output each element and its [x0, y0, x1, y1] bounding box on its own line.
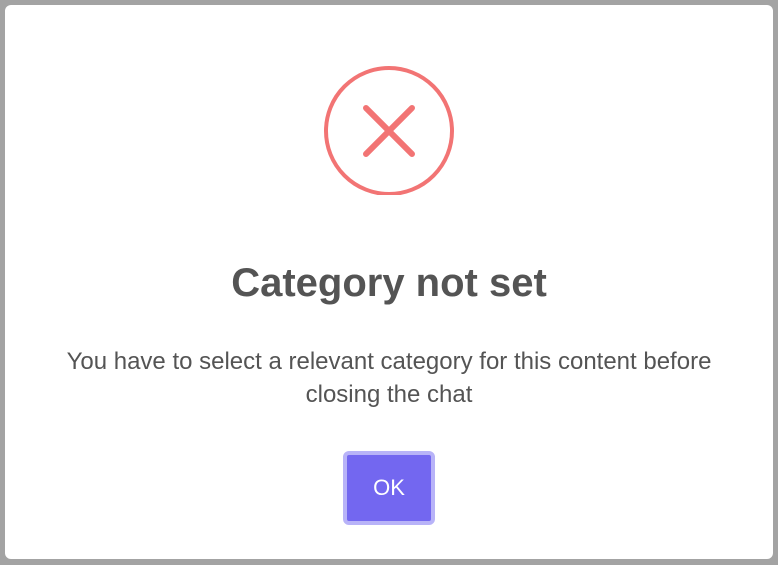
dialog-title: Category not set	[231, 261, 547, 305]
modal-overlay: Category not set You have to select a re…	[0, 0, 778, 565]
dialog-actions: OK	[5, 451, 773, 525]
dialog-message: You have to select a relevant category f…	[66, 348, 712, 408]
ok-button[interactable]: OK	[343, 451, 435, 525]
error-x-circle-icon	[324, 65, 454, 195]
alert-dialog: Category not set You have to select a re…	[5, 5, 773, 559]
